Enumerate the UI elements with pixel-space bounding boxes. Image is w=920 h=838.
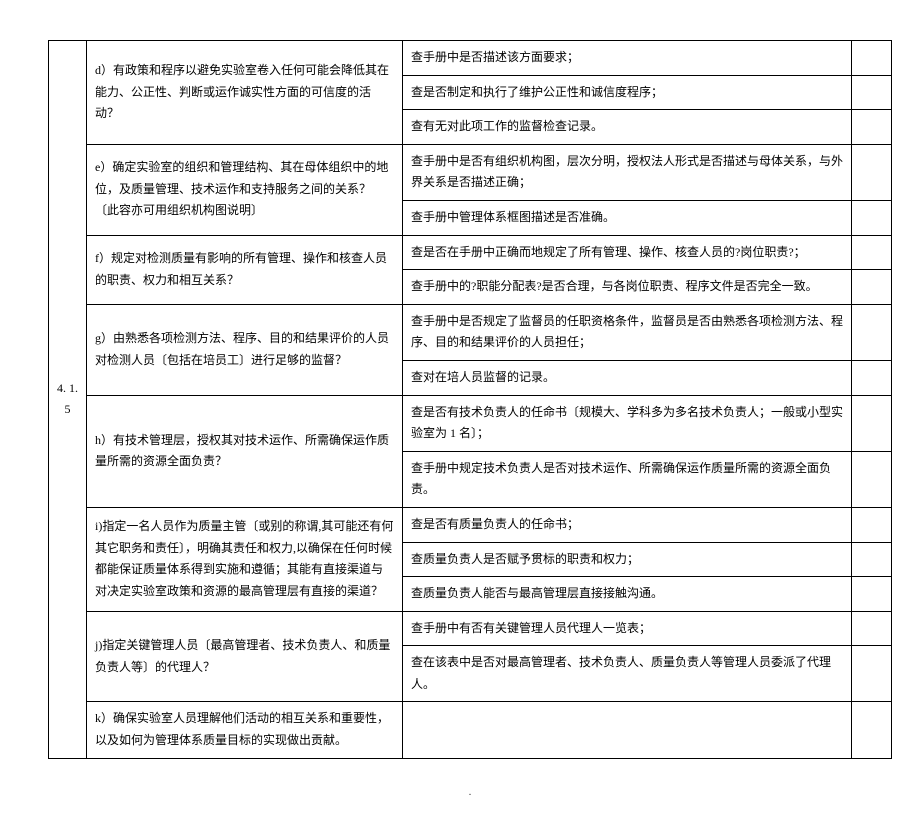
- empty-cell: [852, 611, 892, 646]
- page-footer: .: [48, 759, 892, 798]
- check-cell: 查对在培人员监督的记录。: [403, 360, 852, 395]
- empty-cell: [852, 41, 892, 76]
- empty-cell: [852, 200, 892, 235]
- empty-cell: [852, 235, 892, 270]
- check-cell: 查手册中是否有组织机构图，层次分明，授权法人形式是否描述与母体关系，与外界关系是…: [403, 144, 852, 200]
- question-cell: i)指定一名人员作为质量主管〔或别的称谓,其可能还有何其它职务和责任〕，明确其责…: [87, 507, 403, 611]
- check-cell: 查手册中是否规定了监督员的任职资格条件，监督员是否由熟悉各项检测方法、程序、目的…: [403, 304, 852, 360]
- empty-cell: [852, 304, 892, 360]
- empty-cell: [852, 270, 892, 305]
- empty-cell: [852, 542, 892, 577]
- empty-cell: [852, 75, 892, 110]
- check-cell: 查有无对此项工作的监督检查记录。: [403, 110, 852, 145]
- check-cell: [403, 702, 852, 758]
- table-row: g）由熟悉各项检测方法、程序、目的和结果评价的人员对检测人员〔包括在培员工〕进行…: [49, 304, 892, 360]
- check-cell: 查在该表中是否对最高管理者、技术负责人、质量负责人等管理人员委派了代理人。: [403, 646, 852, 702]
- check-cell: 查是否有技术负责人的任命书〔规模大、学科多为多名技术负责人；一般或小型实验室为 …: [403, 395, 852, 451]
- question-cell: j)指定关键管理人员〔最高管理者、技术负责人、和质量负责人等〕的代理人？: [87, 611, 403, 702]
- table-row: i)指定一名人员作为质量主管〔或别的称谓,其可能还有何其它职务和责任〕，明确其责…: [49, 507, 892, 542]
- table-row: k）确保实验室人员理解他们活动的相互关系和重要性，以及如何为管理体系质量目标的实…: [49, 702, 892, 758]
- check-cell: 查手册中有否有关键管理人员代理人一览表；: [403, 611, 852, 646]
- question-cell: e）确定实验室的组织和管理结构、其在母体组织中的地位，及质量管理、技术运作和支持…: [87, 144, 403, 235]
- question-cell: h）有技术管理层，授权其对技术运作、所需确保运作质量所需的资源全面负责？: [87, 395, 403, 507]
- check-cell: 查是否有质量负责人的任命书；: [403, 507, 852, 542]
- empty-cell: [852, 360, 892, 395]
- empty-cell: [852, 451, 892, 507]
- table-row: h）有技术管理层，授权其对技术运作、所需确保运作质量所需的资源全面负责？查是否有…: [49, 395, 892, 451]
- table-row: f）规定对检测质量有影响的所有管理、操作和核查人员的职责、权力和相互关系？查是否…: [49, 235, 892, 270]
- check-cell: 查手册中是否描述该方面要求；: [403, 41, 852, 76]
- check-cell: 查质量负责人能否与最高管理层直接接触沟通。: [403, 577, 852, 612]
- check-cell: 查是否在手册中正确而地规定了所有管理、操作、核查人员的?岗位职责?；: [403, 235, 852, 270]
- check-cell: 查手册中的?职能分配表?是否合理，与各岗位职责、程序文件是否完全一致。: [403, 270, 852, 305]
- table-row: e）确定实验室的组织和管理结构、其在母体组织中的地位，及质量管理、技术运作和支持…: [49, 144, 892, 200]
- check-cell: 查手册中管理体系框图描述是否准确。: [403, 200, 852, 235]
- check-cell: 查质量负责人是否赋予贯标的职责和权力；: [403, 542, 852, 577]
- empty-cell: [852, 702, 892, 758]
- table-row: 4. 1. 5d）有政策和程序以避免实验室卷入任何可能会降低其在能力、公正性、判…: [49, 41, 892, 76]
- question-cell: g）由熟悉各项检测方法、程序、目的和结果评价的人员对检测人员〔包括在培员工〕进行…: [87, 304, 403, 395]
- empty-cell: [852, 144, 892, 200]
- empty-cell: [852, 110, 892, 145]
- empty-cell: [852, 577, 892, 612]
- check-cell: 查是否制定和执行了维护公正性和诚信度程序；: [403, 75, 852, 110]
- question-cell: f）规定对检测质量有影响的所有管理、操作和核查人员的职责、权力和相互关系？: [87, 235, 403, 304]
- check-cell: 查手册中规定技术负责人是否对技术运作、所需确保运作质量所需的资源全面负责。: [403, 451, 852, 507]
- empty-cell: [852, 646, 892, 702]
- question-cell: k）确保实验室人员理解他们活动的相互关系和重要性，以及如何为管理体系质量目标的实…: [87, 702, 403, 758]
- question-cell: d）有政策和程序以避免实验室卷入任何可能会降低其在能力、公正性、判断或运作诚实性…: [87, 41, 403, 145]
- table-row: j)指定关键管理人员〔最高管理者、技术负责人、和质量负责人等〕的代理人？查手册中…: [49, 611, 892, 646]
- empty-cell: [852, 507, 892, 542]
- empty-cell: [852, 395, 892, 451]
